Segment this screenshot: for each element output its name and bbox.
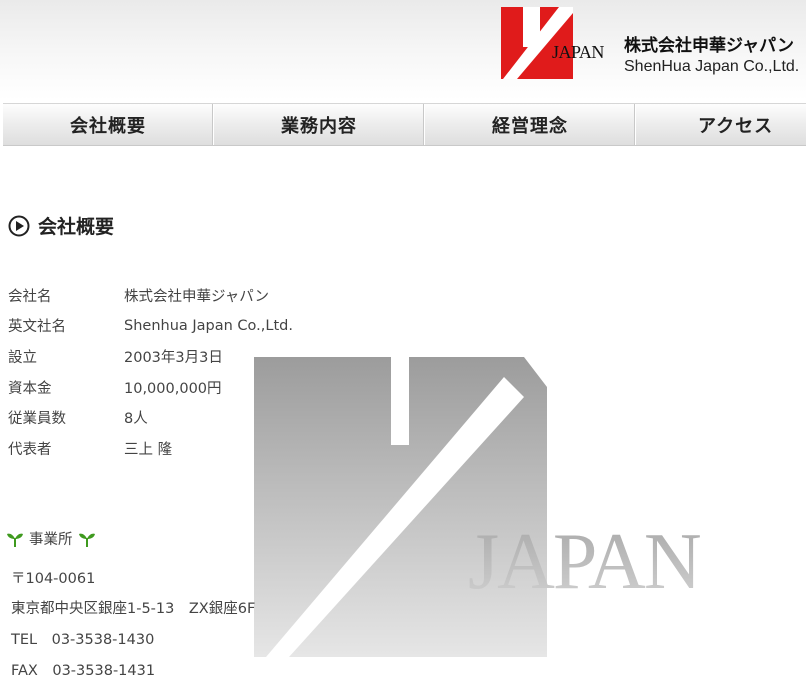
office-address: 東京都中央区銀座1-5-13 ZX銀座6F xyxy=(11,601,256,618)
nav-item-philosophy[interactable]: 経営理念 xyxy=(425,104,636,145)
office-heading: 事業所 xyxy=(6,528,96,549)
info-row: 英文社名 Shenhua Japan Co.,Ltd. xyxy=(8,311,293,342)
info-value: 2003年3月3日 xyxy=(124,349,223,366)
office-postal: 〒104-0061 xyxy=(11,570,96,587)
office-tel: TEL 03-3538-1430 xyxy=(11,631,155,648)
office-fax: FAX 03-3538-1431 xyxy=(11,662,156,679)
section-heading: 会社概要 xyxy=(8,212,114,239)
sprout-icon xyxy=(78,533,95,547)
sprout-icon xyxy=(7,533,23,547)
play-circle-icon xyxy=(8,215,30,236)
company-name-block: 株式会社申華ジャパン ShenHua Japan Co.,Ltd. xyxy=(620,30,806,82)
logo-wordmark: JAPAN xyxy=(552,42,604,62)
info-label: 設立 xyxy=(8,349,37,366)
watermark-word: JAPAN xyxy=(468,518,700,606)
info-value: Shenhua Japan Co.,Ltd. xyxy=(124,317,293,334)
company-name-jp: 株式会社申華ジャパン xyxy=(624,36,794,56)
info-value: 株式会社申華ジャパン xyxy=(124,288,269,305)
info-value: 8人 xyxy=(124,411,148,428)
nav-item-access[interactable]: アクセス xyxy=(636,104,806,145)
info-label: 資本金 xyxy=(8,380,52,397)
nav-item-business[interactable]: 業務内容 xyxy=(214,104,425,145)
office-details: 〒104-0061 東京都中央区銀座1-5-13 ZX銀座6F TEL 03-3… xyxy=(11,562,255,684)
company-name-en: ShenHua Japan Co.,Ltd. xyxy=(624,58,800,75)
company-info-table: 会社名 株式会社申華ジャパン 英文社名 Shenhua Japan Co.,Lt… xyxy=(8,280,293,464)
info-value: 三上 隆 xyxy=(124,441,173,458)
info-label: 英文社名 xyxy=(8,319,66,336)
section-title: 会社概要 xyxy=(38,216,115,238)
watermark-logo-icon: JAPAN xyxy=(254,357,702,657)
info-label: 会社名 xyxy=(8,288,52,305)
info-value: 10,000,000円 xyxy=(124,380,222,397)
site-header: JAPAN 株式会社申華ジャパン ShenHua Japan Co.,Ltd. xyxy=(0,0,806,100)
info-row: 会社名 株式会社申華ジャパン xyxy=(8,280,293,311)
info-row: 資本金 10,000,000円 xyxy=(8,372,293,403)
main-nav: 会社概要 業務内容 経営理念 アクセス xyxy=(3,103,806,146)
info-row: 設立 2003年3月3日 xyxy=(8,341,293,372)
info-row: 従業員数 8人 xyxy=(8,402,293,433)
info-row: 代表者 三上 隆 xyxy=(8,433,293,464)
nav-item-company-overview[interactable]: 会社概要 xyxy=(3,104,214,145)
info-label: 代表者 xyxy=(8,441,52,458)
office-heading-label: 事業所 xyxy=(29,532,73,548)
info-label: 従業員数 xyxy=(8,411,66,428)
